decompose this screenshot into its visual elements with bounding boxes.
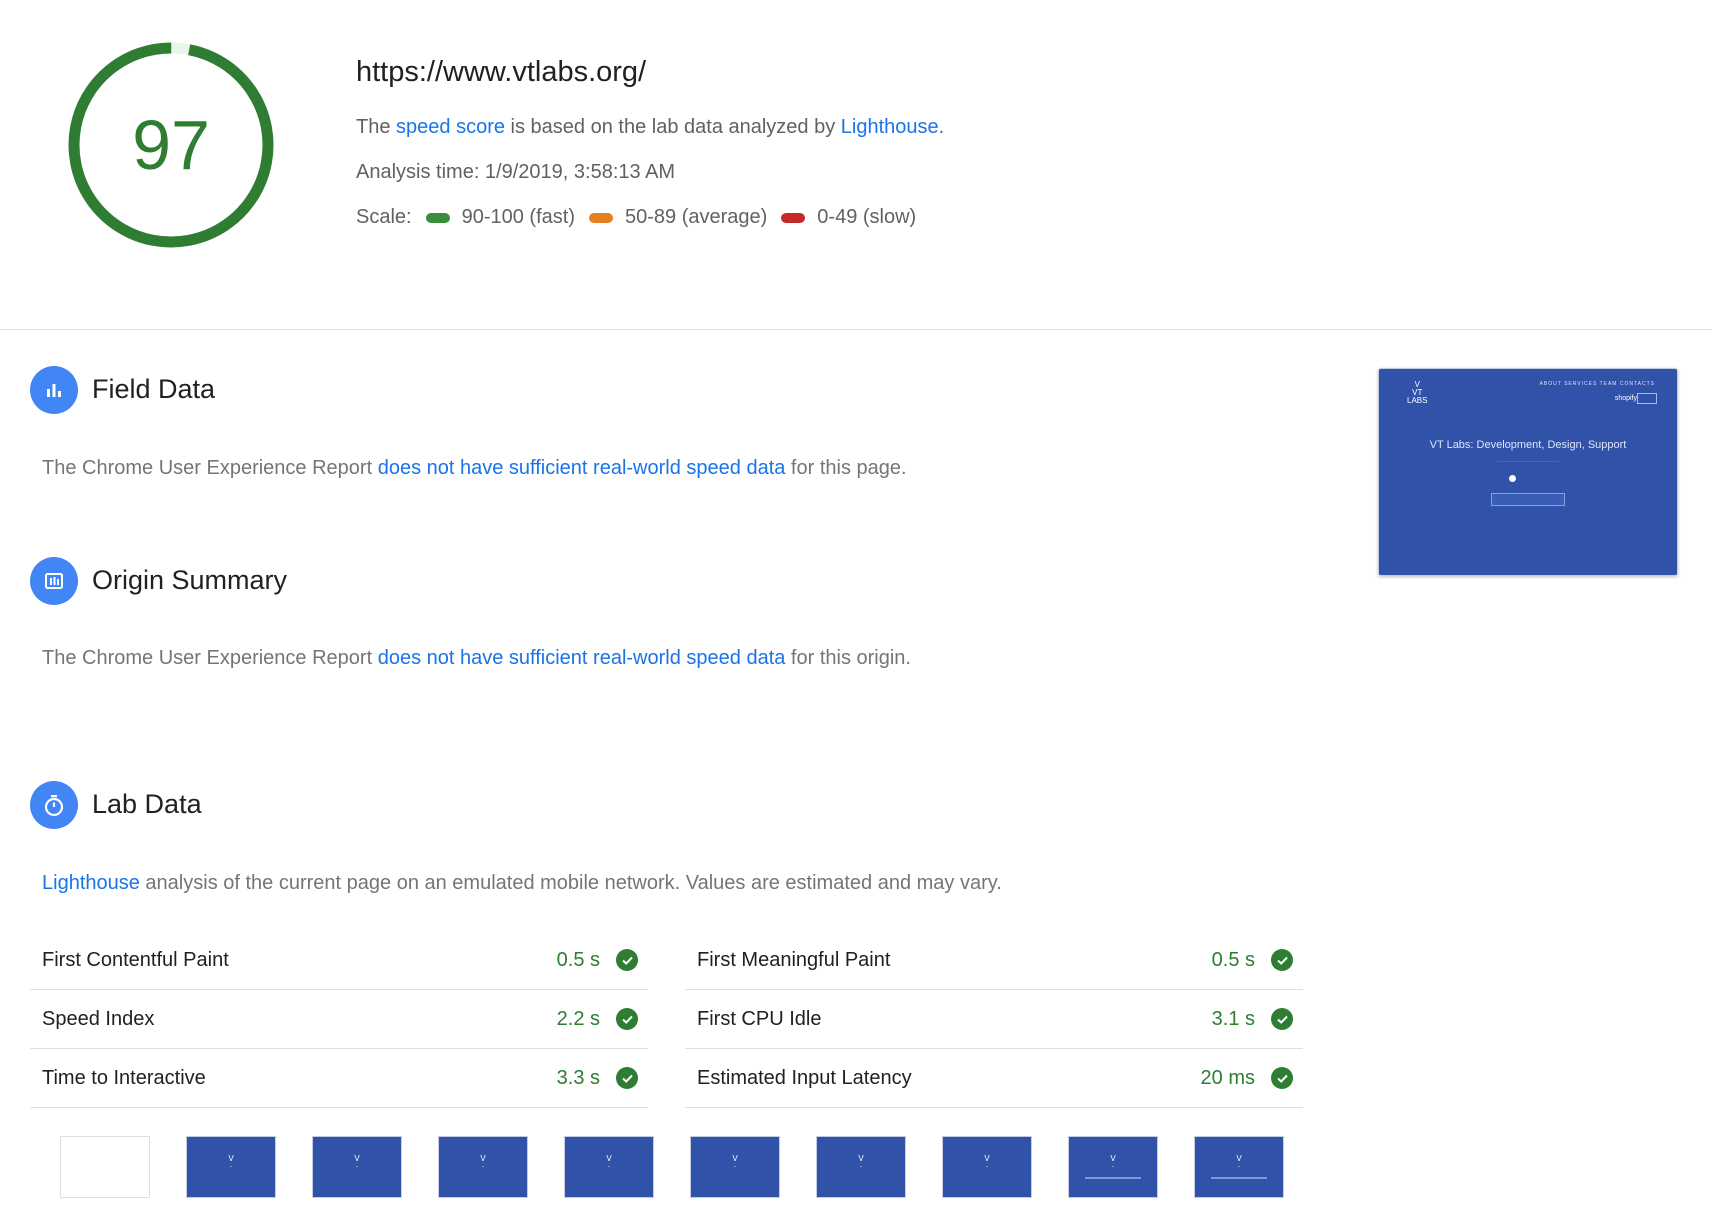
frame-logo: V· [943,1155,1031,1171]
score-explanation: The speed score is based on the lab data… [356,116,944,139]
metrics-right: First Meaningful Paint 0.5 s First CPU I… [685,931,1303,1108]
preview-shopify: shopify [1615,395,1637,402]
metric-row: Speed Index 2.2 s [30,990,648,1049]
scale-fast-label: 90-100 (fast) [462,206,575,229]
analysis-time: Analysis time: 1/9/2019, 3:58:13 AM [356,161,675,184]
metric-value: 3.1 s [1212,1008,1255,1031]
filmstrip-frame: V· [1194,1136,1284,1198]
filmstrip-frame: V· [690,1136,780,1198]
lighthouse-link[interactable]: Lighthouse [841,116,939,138]
filmstrip-frame: V· [942,1136,1032,1198]
field-data-text: The Chrome User Experience Report does n… [42,457,907,480]
scale-label: Scale: [356,206,412,229]
bar-chart-icon [30,366,78,414]
frame-text-line [1211,1177,1267,1179]
lab-lighthouse-link[interactable]: Lighthouse [42,872,140,894]
frame-logo: V· [817,1155,905,1171]
section-divider [0,329,1712,330]
preview-cta [1491,493,1565,506]
preview-play-icon [1509,475,1516,482]
metric-label: Estimated Input Latency [685,1067,912,1090]
metric-label: First CPU Idle [685,1008,821,1031]
check-icon [616,949,638,971]
origin-summary-title: Origin Summary [92,565,287,596]
frame-logo: V· [313,1155,401,1171]
field-data-link[interactable]: does not have sufficient real-world spee… [378,457,786,479]
preview-headline: VT Labs: Development, Design, Support [1379,439,1677,451]
scale-slow-label: 0-49 (slow) [817,206,916,229]
speed-score-link[interactable]: speed score [396,116,505,138]
frame-logo: V· [187,1155,275,1171]
metric-label: Speed Index [30,1008,154,1031]
frame-logo: V· [439,1155,527,1171]
check-icon [616,1067,638,1089]
check-icon [616,1008,638,1030]
lab-data-title: Lab Data [92,789,202,820]
scale-average-pill [589,213,613,223]
filmstrip-frame: V· [564,1136,654,1198]
field-data-title: Field Data [92,374,215,405]
filmstrip: V· V· V· V· V· V· V· V· V· [60,1136,1284,1198]
frame-logo: V· [565,1155,653,1171]
metric-value: 0.5 s [557,949,600,972]
page-screenshot-preview: VVTLABS ABOUT SERVICES TEAM CONTACTS sho… [1378,368,1678,576]
stopwatch-icon [30,781,78,829]
metric-value: 2.2 s [557,1008,600,1031]
origin-summary-text: The Chrome User Experience Report does n… [42,647,911,670]
filmstrip-frame: V· [438,1136,528,1198]
metric-value: 20 ms [1201,1067,1255,1090]
preview-small-button [1637,393,1657,404]
metric-row: Time to Interactive 3.3 s [30,1049,648,1108]
preview-nav: ABOUT SERVICES TEAM CONTACTS [1540,381,1655,387]
score-value: 97 [66,40,276,250]
filmstrip-frame [60,1136,150,1198]
metric-label: Time to Interactive [30,1067,206,1090]
scale-average-label: 50-89 (average) [625,206,767,229]
preview-logo: VVTLABS [1407,381,1427,405]
check-icon [1271,949,1293,971]
origin-summary-icon [30,557,78,605]
metric-row: First Contentful Paint 0.5 s [30,931,648,990]
frame-text-line [1085,1177,1141,1179]
preview-subline: ····································· [1379,459,1677,465]
filmstrip-frame: V· [1068,1136,1158,1198]
check-icon [1271,1008,1293,1030]
metric-row: Estimated Input Latency 20 ms [685,1049,1303,1108]
filmstrip-frame: V· [186,1136,276,1198]
metric-row: First CPU Idle 3.1 s [685,990,1303,1049]
metrics-left: First Contentful Paint 0.5 s Speed Index… [30,931,648,1108]
frame-logo: V· [691,1155,779,1171]
lab-data-text: Lighthouse analysis of the current page … [42,872,1002,895]
filmstrip-frame: V· [312,1136,402,1198]
page-url: https://www.vtlabs.org/ [356,56,646,89]
frame-logo: V· [1195,1155,1283,1171]
scale-slow-pill [781,213,805,223]
metric-label: First Meaningful Paint [685,949,890,972]
metric-label: First Contentful Paint [30,949,229,972]
filmstrip-frame: V· [816,1136,906,1198]
score-scale: Scale: 90-100 (fast) 50-89 (average) 0-4… [356,206,930,229]
scale-fast-pill [426,213,450,223]
metric-value: 3.3 s [557,1067,600,1090]
frame-logo: V· [1069,1155,1157,1171]
origin-summary-link[interactable]: does not have sufficient real-world spee… [378,647,786,669]
metric-row: First Meaningful Paint 0.5 s [685,931,1303,990]
check-icon [1271,1067,1293,1089]
metric-value: 0.5 s [1212,949,1255,972]
